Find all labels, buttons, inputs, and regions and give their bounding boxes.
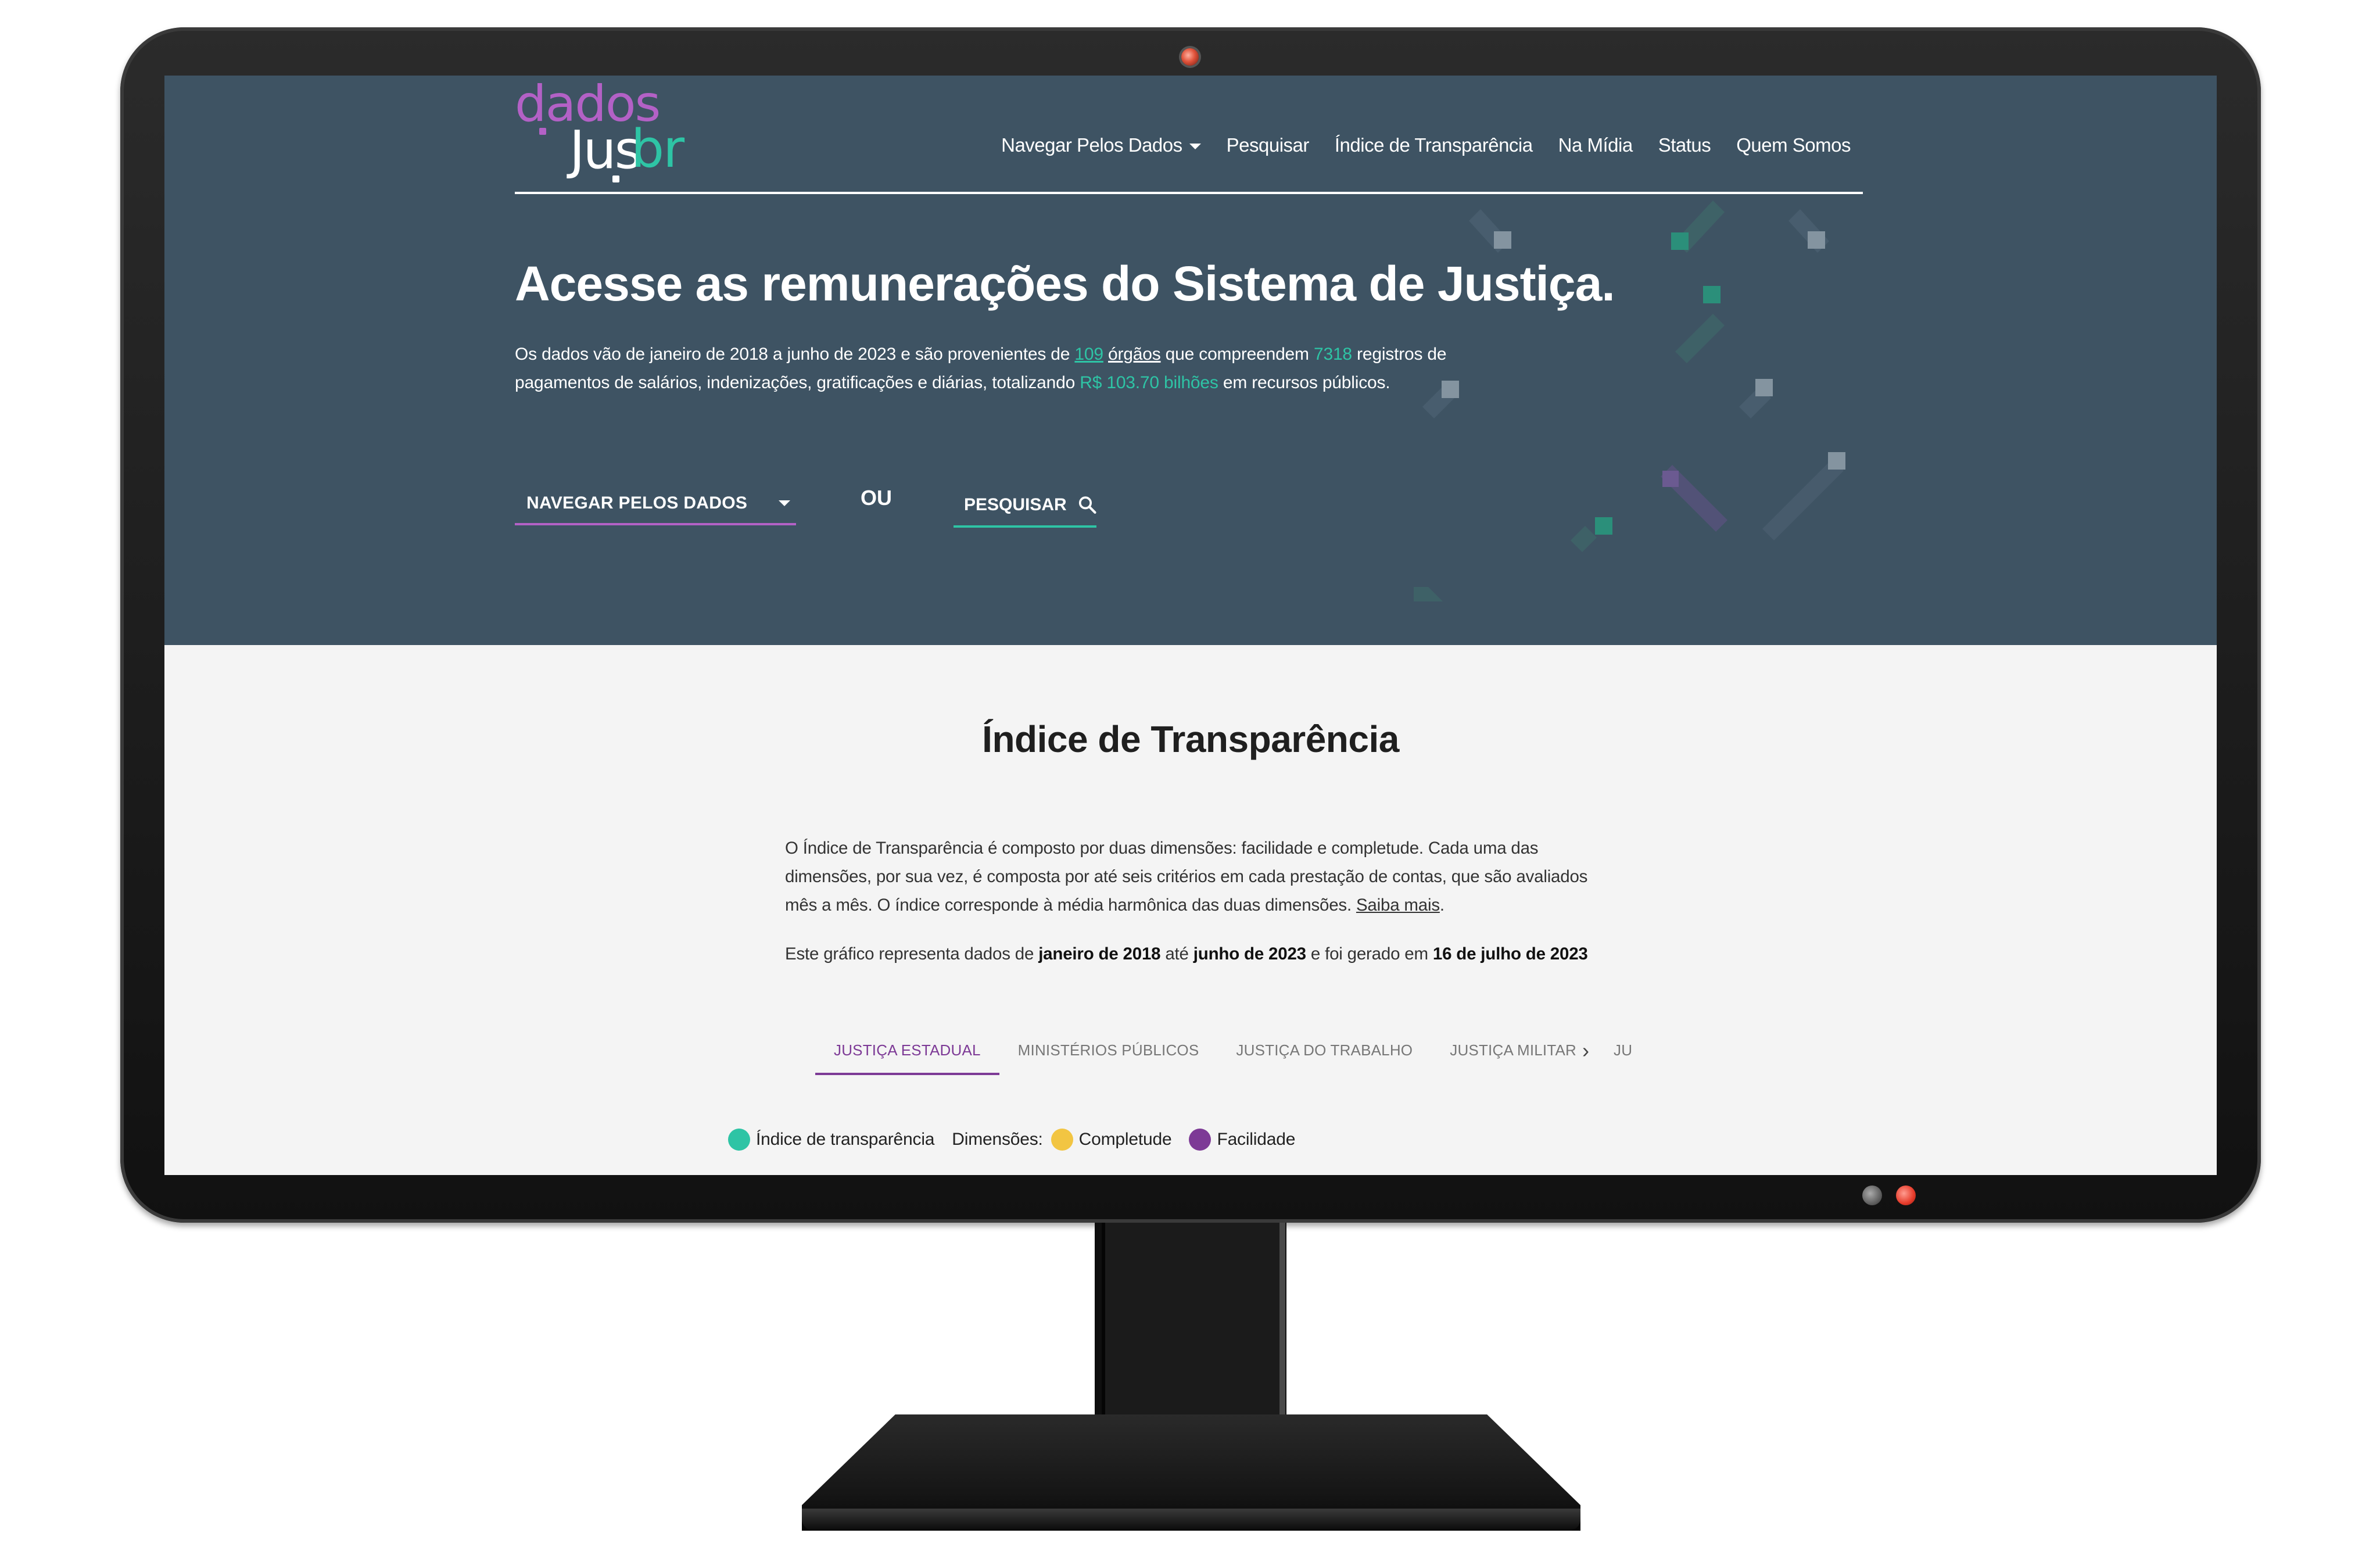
or-separator: OU [861,486,892,510]
nav-transparency-index[interactable]: Índice de Transparência [1335,134,1533,156]
hero-text-part4: em recursos públicos. [1218,373,1390,392]
nav-status[interactable]: Status [1658,134,1711,156]
logo-text-jus: Jus [569,120,641,181]
search-icon [1078,496,1096,514]
chevron-down-icon [779,500,790,506]
orgs-count-link[interactable]: 109 [1074,345,1103,364]
legend-completeness-label: Completude [1078,1130,1172,1149]
hero-text-part1: Os dados vão de janeiro de 2018 a junho … [515,345,1075,364]
tab-state-justice[interactable]: JUSTIÇA ESTADUAL [815,1033,999,1075]
chevron-right-icon[interactable]: › [1582,1039,1600,1062]
hero-description: Os dados vão de janeiro de 2018 a junho … [515,340,1456,397]
logo-text-br: br [631,119,684,180]
nav-browse-data[interactable]: Navegar Pelos Dados [1001,134,1201,156]
chart-legend: Índice de transparência Dimensões: Compl… [728,1129,1295,1151]
chevron-down-icon [1189,144,1201,149]
webcam [1181,48,1199,66]
main-navigation: Navegar Pelos Dados Pesquisar Índice de … [1001,129,1851,162]
transparency-section-title: Índice de Transparência [982,718,1399,760]
legend-ease-label: Facilidade [1217,1130,1296,1149]
hero-text-part2: que compreendem [1160,345,1314,364]
legend-dimensions-label: Dimensões: [952,1130,1043,1149]
nav-search[interactable]: Pesquisar [1227,134,1310,156]
total-value: R$ 103.70 bilhões [1080,373,1218,392]
header-divider [515,192,1863,194]
period-end: junho de 2023 [1193,944,1306,964]
legend-ease-swatch [1189,1129,1211,1151]
legend-index-label: Índice de transparência [756,1130,935,1149]
browse-data-dropdown[interactable]: NAVEGAR PELOS DADOS [515,488,796,525]
logo-dot-white [612,176,619,182]
period-prefix: Este gráfico representa dados de [785,944,1039,964]
nav-about-us[interactable]: Quem Somos [1736,134,1851,156]
justice-branch-tabs: JUSTIÇA ESTADUAL MINISTÉRIOS PÚBLICOS JU… [815,1033,1774,1075]
browser-viewport: dados Jus br Navegar Pelos Dados Pesquis… [164,76,2217,1175]
legend-index-swatch [728,1129,750,1151]
learn-more-link[interactable]: Saiba mais [1356,896,1440,915]
hero-section: dados Jus br Navegar Pelos Dados Pesquis… [164,76,2217,645]
browse-data-dropdown-label: NAVEGAR PELOS DADOS [526,493,748,513]
records-count: 7318 [1313,345,1352,364]
monitor-menu-button [1862,1185,1882,1205]
tab-labor-justice[interactable]: JUSTIÇA DO TRABALHO [1217,1033,1431,1075]
chart-period-note: Este gráfico representa dados de janeiro… [785,941,1657,967]
legend-completeness-swatch [1051,1129,1073,1151]
search-button-label: PESQUISAR [964,495,1067,514]
tab-military-justice[interactable]: JUSTIÇA MILITAR [1431,1033,1595,1075]
nav-in-media[interactable]: Na Mídia [1558,134,1633,156]
generated-date: 16 de julho de 2023 [1432,944,1588,964]
dadosjusbr-logo[interactable]: dados Jus br [515,78,684,188]
generated-mid: e foi gerado em [1306,944,1433,964]
nav-browse-data-label: Navegar Pelos Dados [1001,134,1182,156]
monitor-stand-base-rim [802,1509,1580,1531]
transparency-description-text: O Índice de Transparência é composto por… [785,839,1588,915]
tab-public-ministries[interactable]: MINISTÉRIOS PÚBLICOS [999,1033,1218,1075]
monitor-power-button [1896,1185,1916,1205]
transparency-description: O Índice de Transparência é composto por… [785,839,1588,915]
search-button[interactable]: PESQUISAR [954,489,1096,528]
logo-dot-purple [539,128,546,135]
orgs-word-link[interactable]: órgãos [1108,345,1161,364]
tab-truncated[interactable]: JUS [1595,1033,1632,1075]
period-mid: até [1160,944,1193,964]
period-start: janeiro de 2018 [1038,944,1161,964]
hero-title: Acesse as remunerações do Sistema de Jus… [515,256,1615,311]
